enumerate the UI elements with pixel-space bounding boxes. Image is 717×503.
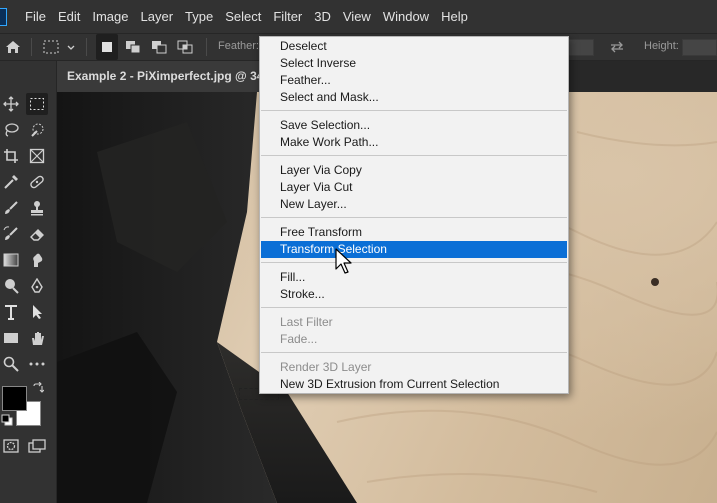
eraser-icon[interactable] bbox=[26, 223, 48, 245]
gradient-icon[interactable] bbox=[0, 249, 22, 271]
menu-layer[interactable]: Layer bbox=[135, 0, 180, 33]
add-selection-icon[interactable] bbox=[122, 34, 144, 60]
rect-marquee-icon[interactable] bbox=[26, 93, 48, 115]
menu-item-free-transform[interactable]: Free Transform bbox=[261, 224, 567, 241]
foreground-color-swatch[interactable] bbox=[2, 386, 27, 411]
menu-item-layer-via-copy[interactable]: Layer Via Copy bbox=[261, 162, 567, 179]
frame-icon[interactable] bbox=[26, 145, 48, 167]
menu-filter[interactable]: Filter bbox=[267, 0, 308, 33]
healing-icon[interactable] bbox=[26, 171, 48, 193]
menu-item-feather[interactable]: Feather... bbox=[261, 72, 567, 89]
menu-item-select-inverse[interactable]: Select Inverse bbox=[261, 55, 567, 72]
quick-select-icon[interactable] bbox=[26, 119, 48, 141]
zoom-icon[interactable] bbox=[0, 353, 22, 375]
menu-item-new-layer[interactable]: New Layer... bbox=[261, 196, 567, 213]
lasso-icon[interactable] bbox=[0, 119, 22, 141]
menu-item-render-3d-layer: Render 3D Layer bbox=[280, 360, 372, 374]
menu-item-select-and-mask[interactable]: Select and Mask... bbox=[261, 89, 567, 106]
smudge-icon[interactable] bbox=[26, 249, 48, 271]
type-icon[interactable] bbox=[0, 301, 22, 323]
menu-separator bbox=[261, 217, 567, 218]
default-colors-icon[interactable] bbox=[0, 413, 14, 427]
swap-icon[interactable] bbox=[606, 34, 628, 60]
menu-bar: File Edit Image Layer Type Select Filter… bbox=[0, 0, 717, 33]
menu-window[interactable]: Window bbox=[377, 0, 435, 33]
feather-label: Feather: bbox=[218, 40, 259, 52]
menu-separator bbox=[261, 262, 567, 263]
menu-select[interactable]: Select bbox=[219, 0, 267, 33]
history-brush-icon[interactable] bbox=[0, 223, 22, 245]
move-icon[interactable] bbox=[0, 93, 22, 115]
menu-item-last-filter: Last Filter bbox=[280, 315, 333, 329]
toolbar bbox=[0, 61, 57, 503]
height-label: Height: bbox=[644, 40, 679, 52]
brush-icon[interactable] bbox=[0, 197, 22, 219]
menu-separator bbox=[261, 307, 567, 308]
menu-item-layer-via-cut[interactable]: Layer Via Cut bbox=[261, 179, 567, 196]
menu-file[interactable]: File bbox=[19, 0, 52, 33]
menu-item-deselect[interactable]: Deselect bbox=[261, 38, 567, 55]
quick-mask-icon[interactable] bbox=[0, 435, 22, 457]
swap-colors-icon[interactable] bbox=[31, 381, 45, 395]
stamp-icon[interactable] bbox=[26, 197, 48, 219]
rectangle-icon[interactable] bbox=[0, 327, 22, 349]
menu-item-make-work-path[interactable]: Make Work Path... bbox=[261, 134, 567, 151]
menu-item-transform-selection[interactable]: Transform Selection bbox=[261, 241, 567, 258]
photoshop-logo[interactable] bbox=[0, 7, 7, 26]
tool-preset-picker[interactable] bbox=[42, 34, 76, 60]
document-tab[interactable]: Example 2 - PiXimperfect.jpg @ 346% bbox=[57, 61, 267, 92]
home-icon[interactable] bbox=[2, 34, 24, 60]
menu-help[interactable]: Help bbox=[435, 0, 474, 33]
eyedropper-icon[interactable] bbox=[0, 171, 22, 193]
path-select-icon[interactable] bbox=[26, 301, 48, 323]
new-selection-icon[interactable] bbox=[96, 34, 118, 60]
height-field[interactable] bbox=[682, 39, 717, 56]
menu-view[interactable]: View bbox=[337, 0, 377, 33]
more-icon[interactable] bbox=[26, 353, 48, 375]
menu-item-fill[interactable]: Fill... bbox=[261, 269, 567, 286]
menu-item-save-selection[interactable]: Save Selection... bbox=[261, 117, 567, 134]
context-menu: Deselect Select Inverse Feather... Selec… bbox=[259, 36, 569, 394]
mouse-cursor-icon bbox=[335, 248, 352, 274]
menu-3d[interactable]: 3D bbox=[308, 0, 337, 33]
menu-item-stroke[interactable]: Stroke... bbox=[261, 286, 567, 303]
subtract-selection-icon[interactable] bbox=[148, 34, 170, 60]
menu-separator bbox=[261, 155, 567, 156]
screen-mode-icon[interactable] bbox=[26, 435, 48, 457]
dodge-icon[interactable] bbox=[0, 275, 22, 297]
width-field[interactable] bbox=[566, 39, 594, 56]
crop-icon[interactable] bbox=[0, 145, 22, 167]
menu-item-new-3d-extrusion[interactable]: New 3D Extrusion from Current Selection bbox=[261, 376, 567, 393]
menu-item-fade: Fade... bbox=[280, 332, 318, 346]
menu-separator bbox=[261, 352, 567, 353]
pen-icon[interactable] bbox=[26, 275, 48, 297]
menu-separator bbox=[261, 110, 567, 111]
menu-type[interactable]: Type bbox=[179, 0, 219, 33]
menu-image[interactable]: Image bbox=[86, 0, 134, 33]
intersect-selection-icon[interactable] bbox=[174, 34, 196, 60]
hand-icon[interactable] bbox=[26, 327, 48, 349]
menu-edit[interactable]: Edit bbox=[52, 0, 86, 33]
